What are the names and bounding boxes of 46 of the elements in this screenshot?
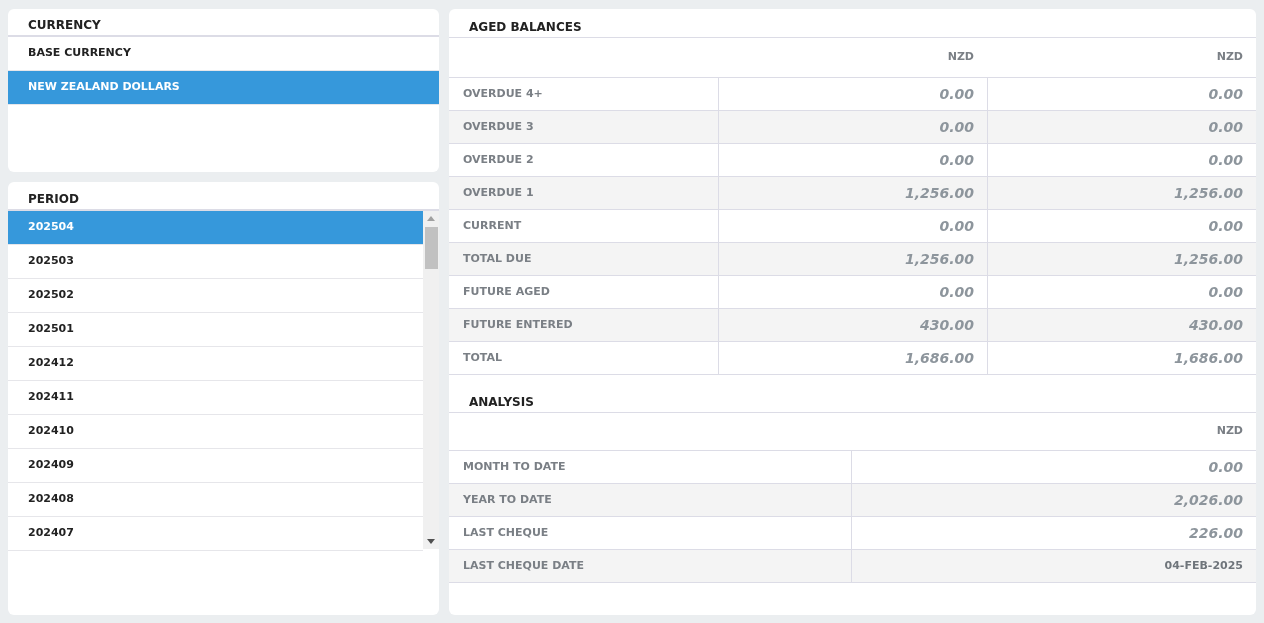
- table-cell: 0.00: [987, 210, 1256, 242]
- scrollbar[interactable]: [423, 211, 439, 549]
- table-cell-text: MONTH TO DATE: [462, 458, 567, 475]
- section-title: AGED BALANCES: [469, 19, 582, 36]
- table-cell: 0.00: [987, 144, 1256, 176]
- table-cell: 1,256.00: [987, 177, 1256, 209]
- table-cell-text: OVERDUE 4+: [462, 85, 544, 102]
- table-cell: 0.00: [987, 276, 1256, 308]
- table-cell: 1,256.00: [718, 243, 987, 275]
- table-cell-text: OVERDUE 2: [462, 151, 535, 168]
- column-header: NZD: [947, 49, 974, 66]
- scroll-thumb[interactable]: [424, 227, 438, 269]
- section-title: ANALYSIS: [469, 394, 534, 411]
- table-cell-text: TOTAL: [462, 349, 504, 366]
- table-cell-text: CURRENT: [462, 217, 523, 234]
- table-cell-text: OVERDUE 1: [462, 184, 535, 201]
- table-cell-text: FUTURE AGED: [462, 283, 551, 300]
- table-cell: 226.00: [851, 517, 1256, 549]
- table-cell-text: FUTURE ENTERED: [462, 316, 574, 333]
- table-cell: 0.00: [718, 78, 987, 110]
- table-cell-text: YEAR TO DATE: [462, 491, 553, 508]
- table-cell-text: LAST CHEQUE DATE: [462, 557, 585, 574]
- table-cell: 1,686.00: [718, 342, 987, 374]
- column-header: NZD: [1216, 423, 1243, 440]
- table-cell-text: OVERDUE 3: [462, 118, 535, 135]
- table-cell: 430.00: [987, 309, 1256, 341]
- column-header: NZD: [1216, 49, 1243, 66]
- table-cell: 1,256.00: [718, 177, 987, 209]
- scroll-down-icon[interactable]: [427, 539, 435, 544]
- table-cell: 0.00: [987, 111, 1256, 143]
- table-cell: 0.00: [718, 111, 987, 143]
- table-cell: 0.00: [718, 144, 987, 176]
- table-cell: 1,686.00: [987, 342, 1256, 374]
- table-cell: 2,026.00: [851, 484, 1256, 516]
- table-cell: 430.00: [718, 309, 987, 341]
- table-cell: 0.00: [718, 276, 987, 308]
- table-cell: 0.00: [718, 210, 987, 242]
- table-cell: 0.00: [987, 78, 1256, 110]
- table-cell-text: LAST CHEQUE: [462, 524, 550, 541]
- panel-title: CURRENCY: [28, 17, 101, 34]
- table-cell-text: TOTAL DUE: [462, 250, 533, 267]
- table-cell: 0.00: [851, 451, 1256, 483]
- panel-title: PERIOD: [28, 191, 79, 208]
- scroll-up-icon[interactable]: [427, 216, 435, 221]
- table-cell: 1,256.00: [987, 243, 1256, 275]
- table-cell: 04-FEB-2025: [851, 550, 1256, 582]
